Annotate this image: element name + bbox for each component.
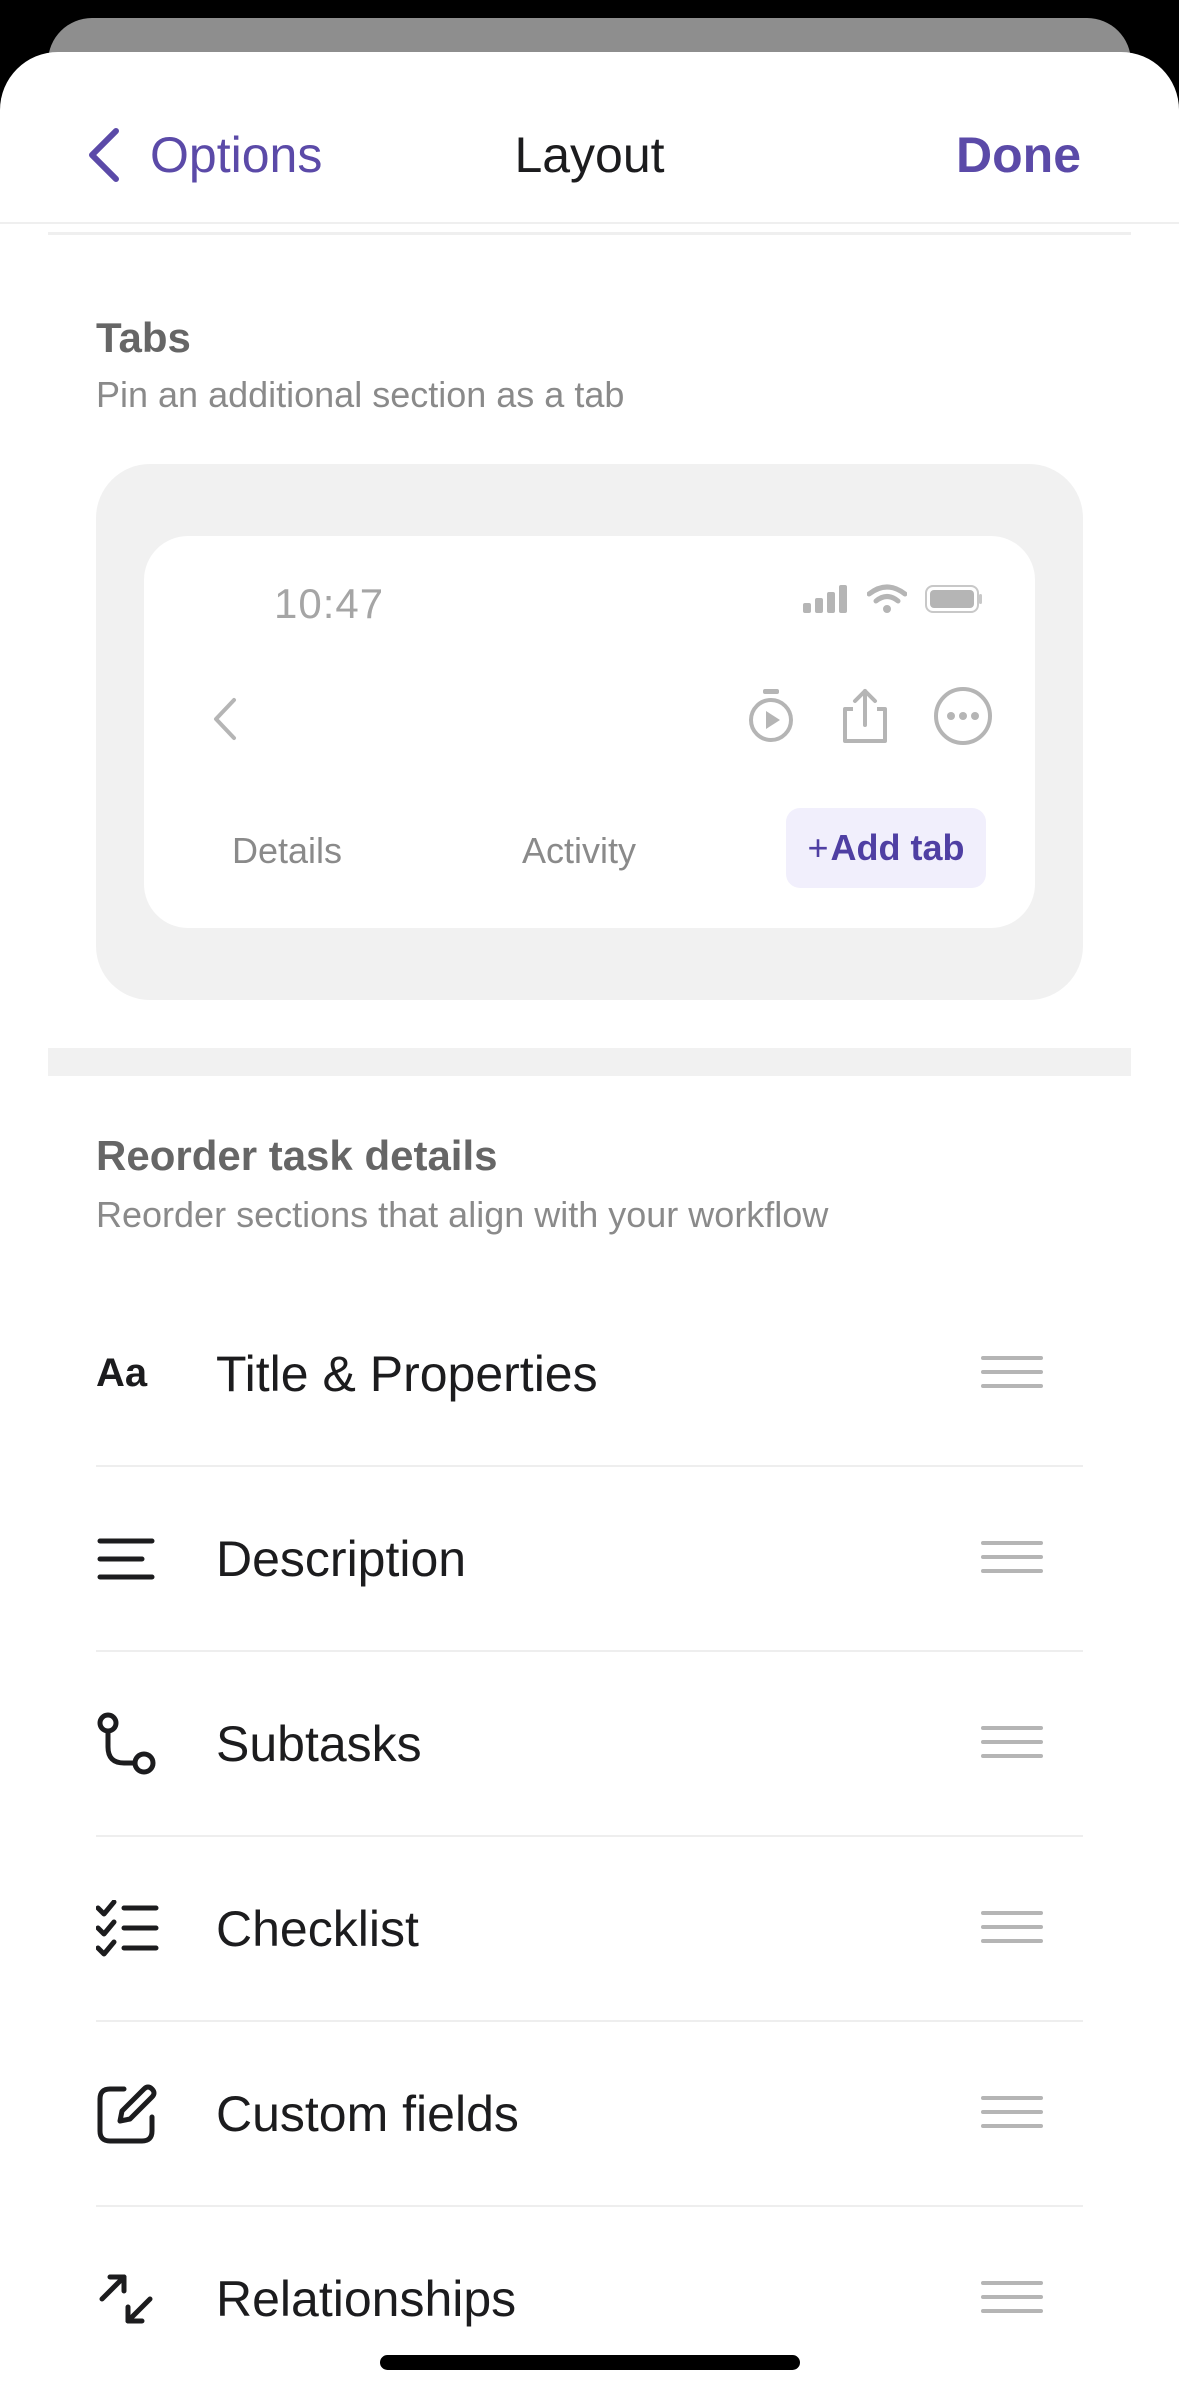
done-button[interactable]: Done [956,120,1081,190]
relationship-arrows-icon [96,2264,166,2334]
reorder-list: Aa Title & Properties Description Subtas… [96,1282,1083,2390]
preview-time: 10:47 [274,580,385,627]
signal-icon [803,585,847,613]
drag-handle-icon[interactable] [981,1725,1043,1762]
drag-handle-icon[interactable] [981,1355,1043,1392]
timer-icon [749,689,793,742]
battery-icon [925,585,982,613]
more-horizontal-icon [934,687,992,745]
checklist-icon [96,1894,166,1964]
add-tab-button[interactable]: + Add tab [786,808,986,888]
drag-handle-icon[interactable] [981,2095,1043,2132]
list-item-label: Subtasks [216,1715,422,1772]
wifi-icon [867,584,907,613]
text-lines-icon [96,1524,166,1594]
list-item-label: Title & Properties [216,1345,598,1402]
preview-screen: 10:47 Details Activity + Add tab [144,536,1035,928]
list-item-subtasks[interactable]: Subtasks [96,1652,1083,1837]
edit-square-icon [96,2079,166,2149]
share-icon [843,689,887,743]
list-item-title-properties[interactable]: Aa Title & Properties [96,1282,1083,1467]
list-item-label: Checklist [216,1900,419,1957]
subtask-branch-icon [96,1709,166,1779]
header-divider [48,232,1131,235]
preview-tab-activity: Activity [522,830,637,871]
section-divider [48,1048,1131,1076]
tabs-section-subtitle: Pin an additional section as a tab [96,374,625,415]
list-item-custom-fields[interactable]: Custom fields [96,2022,1083,2207]
drag-handle-icon[interactable] [981,1910,1043,1947]
tabs-section-title: Tabs [96,314,191,361]
list-item-label: Relationships [216,2270,517,2327]
tab-layout-preview: 10:47 Details Activity + Add tab [96,464,1083,1000]
preview-tab-details: Details [232,830,343,871]
drag-handle-icon[interactable] [981,2280,1043,2317]
list-item-checklist[interactable]: Checklist [96,1837,1083,2022]
text-aa-icon: Aa [96,1351,148,1395]
layout-sheet: Options Layout Done Tabs Pin an addition… [0,52,1179,2396]
home-indicator [380,2355,800,2370]
reorder-section-subtitle: Reorder sections that align with your wo… [96,1194,829,1235]
list-item-description[interactable]: Description [96,1467,1083,1652]
preview-status-icons [803,584,983,614]
drag-handle-icon[interactable] [981,1540,1043,1577]
preview-chevron-left-icon [214,698,236,740]
plus-icon: + [807,827,829,868]
nav-header: Options Layout Done [0,52,1179,224]
list-item-label: Custom fields [216,2085,519,2142]
reorder-section-title: Reorder task details [96,1132,498,1179]
add-tab-label: Add tab [830,827,965,868]
list-item-label: Description [216,1530,467,1587]
preview-action-icons [745,686,993,746]
